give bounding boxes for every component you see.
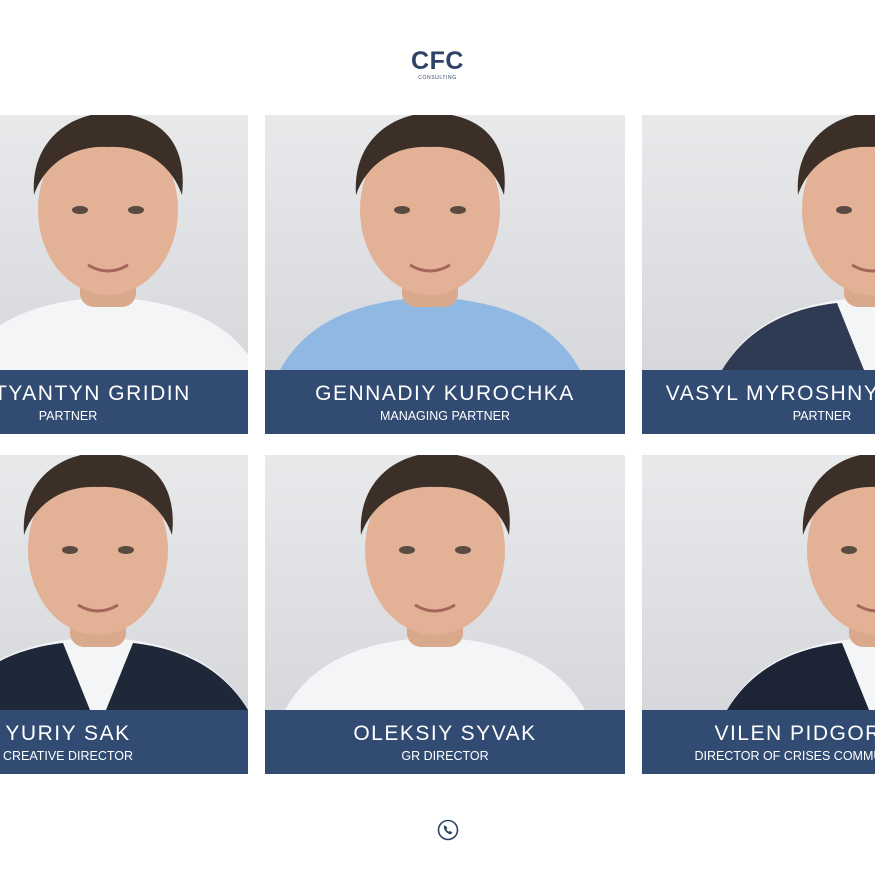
team-member-role: MANAGING PARTNER [379,409,511,423]
team-member-plate: YURIY SAK CREATIVE DIRECTOR [0,710,248,774]
logo-subtext: CONSULTING [418,75,457,81]
team-member-name: YURIY SAK [5,722,131,745]
shirt-shape [280,297,580,370]
eye-shape [450,206,466,214]
team-member-name: VASYL MYROSHNYCHENKO [665,382,875,405]
team-card[interactable]: KOSTYANTYN GRIDIN PARTNER [0,115,248,434]
eye-shape [836,206,852,214]
portrait-illustration [722,115,875,370]
team-member-name: KOSTYANTYN GRIDIN [0,382,191,405]
portrait-illustration [0,115,248,370]
shirt-shape [285,637,585,710]
team-member-role: CREATIVE DIRECTOR [2,749,134,763]
team-card[interactable]: OLEKSIY SYVAK GR DIRECTOR [265,455,625,774]
eye-shape [455,546,471,554]
team-page: CFC CONSULTING KOSTYANTYN GRIDIN PARTNER… [0,0,875,875]
portrait-illustration [285,455,585,710]
cfc-logo[interactable]: CFC CONSULTING [0,48,875,82]
team-member-photo [642,455,875,710]
team-member-role: PARTNER [792,409,852,423]
eye-shape [399,546,415,554]
eye-shape [62,546,78,554]
phone-icon[interactable] [437,819,459,841]
team-card[interactable]: YURIY SAK CREATIVE DIRECTOR [0,455,248,774]
team-member-role: GR DIRECTOR [401,749,489,763]
team-member-name: VILEN PIDGORNYY [714,722,875,745]
portrait-illustration [727,455,875,710]
team-member-role: DIRECTOR OF CRISES COMMUNICATIONS [694,749,875,763]
team-member-photo [0,115,248,370]
team-member-name: OLEKSIY SYVAK [353,722,537,745]
team-member-photo [265,115,625,370]
shirt-shape [0,297,248,370]
team-member-photo [642,115,875,370]
team-card[interactable]: VILEN PIDGORNYY DIRECTOR OF CRISES COMMU… [642,455,875,774]
team-member-name: GENNADIY KUROCHKA [315,382,575,405]
portrait-illustration [280,115,580,370]
team-card[interactable]: GENNADIY KUROCHKA MANAGING PARTNER [265,115,625,434]
team-member-plate: OLEKSIY SYVAK GR DIRECTOR [265,710,625,774]
team-member-role: PARTNER [38,409,98,423]
team-member-photo [265,455,625,710]
logo-text: CFC [411,47,464,75]
team-member-photo [0,455,248,710]
team-member-plate: VILEN PIDGORNYY DIRECTOR OF CRISES COMMU… [642,710,875,774]
team-card[interactable]: VASYL MYROSHNYCHENKO PARTNER [642,115,875,434]
team-member-plate: GENNADIY KUROCHKA MANAGING PARTNER [265,370,625,434]
team-member-plate: VASYL MYROSHNYCHENKO PARTNER [642,370,875,434]
eye-shape [394,206,410,214]
team-member-plate: KOSTYANTYN GRIDIN PARTNER [0,370,248,434]
portrait-illustration [0,455,248,710]
eye-shape [841,546,857,554]
eye-shape [118,546,134,554]
eye-shape [72,206,88,214]
eye-shape [128,206,144,214]
